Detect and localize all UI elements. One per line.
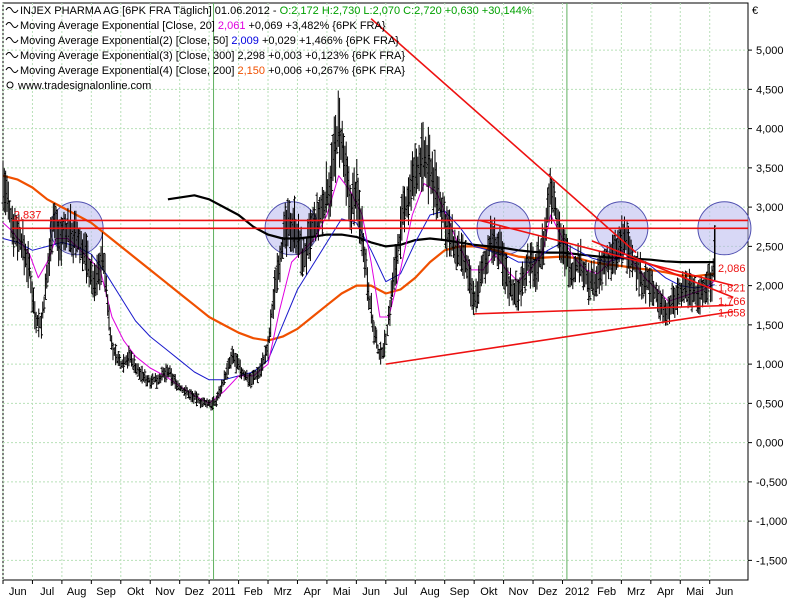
y-tick-label: 3,000 [756, 202, 784, 214]
x-tick-label: Apr [657, 586, 674, 598]
level-label: 2,837 [14, 209, 42, 221]
x-tick-label: Apr [304, 586, 321, 598]
legend-entry: Moving Average Exponential(4) [Close, 20… [20, 65, 405, 77]
legend-entry: Moving Average Exponential(2) [Close, 50… [20, 35, 399, 47]
x-tick-label: Sep [450, 586, 470, 598]
legend-entry: INJEX PHARMA AG [6PK FRA Täglich] 01.06.… [20, 5, 532, 17]
y-tick-label: 0,000 [756, 438, 784, 450]
y-tick-label: 4,500 [756, 84, 784, 96]
x-tick-label: Nov [155, 586, 175, 598]
y-tick-label: -0,500 [756, 477, 787, 489]
y-tick-label: 0,500 [756, 398, 784, 410]
x-tick-label: Jul [393, 586, 407, 598]
legend-entry-part: Moving Average Exponential(2) [Close, 50… [20, 35, 231, 47]
legend-entry-part: Moving Average Exponential(4) [Close, 20… [20, 65, 237, 77]
legend-entry-part: Moving Average Exponential [Close, 20] [20, 20, 218, 32]
x-tick-label: Jun [362, 586, 380, 598]
y-tick-label: -1,500 [756, 555, 787, 567]
watermark-text: www.tradesignalonline.com [17, 80, 151, 92]
legend-entry-part: 2,150 [237, 65, 265, 77]
x-tick-label: Jun [716, 586, 734, 598]
x-tick-label: Mrz [274, 586, 292, 598]
x-tick-label: Dez [538, 586, 558, 598]
x-tick-label: Aug [67, 586, 87, 598]
legend-entry-part: +0,069 +3,482% {6PK FRA} [245, 20, 385, 32]
x-tick-label: Nov [509, 586, 529, 598]
y-tick-label: -1,000 [756, 516, 787, 528]
legend-entry-part: O:2,172 H:2,730 L:2,070 C:2,720 +0,630 +… [280, 5, 532, 17]
legend-entry-part: INJEX PHARMA AG [6PK FRA Täglich] 01.06.… [20, 5, 280, 17]
x-tick-label: Mai [686, 586, 704, 598]
x-tick-label: Jul [40, 586, 54, 598]
x-tick-label: Dez [185, 586, 205, 598]
x-tick-label: Mrz [627, 586, 645, 598]
level-label: 2,086 [718, 263, 746, 275]
y-tick-label: 1,000 [756, 359, 784, 371]
y-tick-label: 4,000 [756, 124, 784, 136]
legend-entry-part: +0,006 +0,267% {6PK FRA} [265, 65, 405, 77]
stock-chart: 2,837 2,086 1,821 1,7661,658 5,000 4,500 4,00… [1, 2, 787, 598]
legend-entry: Moving Average Exponential(3) [Close, 30… [20, 50, 405, 62]
level-label: 1,658 [718, 308, 746, 320]
y-tick-label: 2,000 [756, 281, 784, 293]
level-label: 1,821 [718, 282, 746, 294]
legend-entry-part: 2,009 [231, 35, 259, 47]
x-tick-label: Feb [244, 586, 263, 598]
x-tick-label: Jun [9, 586, 27, 598]
legend-entry-part: +0,003 +0,123% {6PK FRA} [265, 50, 405, 62]
y-tick-label: 1,500 [756, 320, 784, 332]
x-tick-label: Sep [96, 586, 116, 598]
x-tick-label: Okt [480, 586, 497, 598]
currency-label: € [752, 5, 758, 17]
x-tick-label: Mai [333, 586, 351, 598]
chart-root: 2,837 2,086 1,821 1,766 1,658 5,000 4,500 4,00… [0, 0, 800, 600]
legend-entry-part: 2,298 [237, 50, 265, 62]
x-tick-label: 2012 [565, 586, 589, 598]
x-tick-label: 2011 [212, 586, 236, 598]
legend-entry: Moving Average Exponential [Close, 20] 2… [20, 20, 386, 32]
y-tick-label: 5,000 [756, 45, 784, 57]
x-tick-label: Feb [597, 586, 616, 598]
legend-entry-part: +0,029 +1,466% {6PK FRA} [259, 35, 399, 47]
x-tick-label: Okt [127, 586, 144, 598]
x-tick-label: Aug [420, 586, 440, 598]
level-label: 1,766 [718, 296, 746, 308]
legend-entry-part: 2,061 [218, 20, 246, 32]
legend-entry-part: Moving Average Exponential(3) [Close, 30… [20, 50, 237, 62]
y-tick-label: 2,500 [756, 241, 784, 253]
y-tick-label: 3,500 [756, 163, 784, 175]
